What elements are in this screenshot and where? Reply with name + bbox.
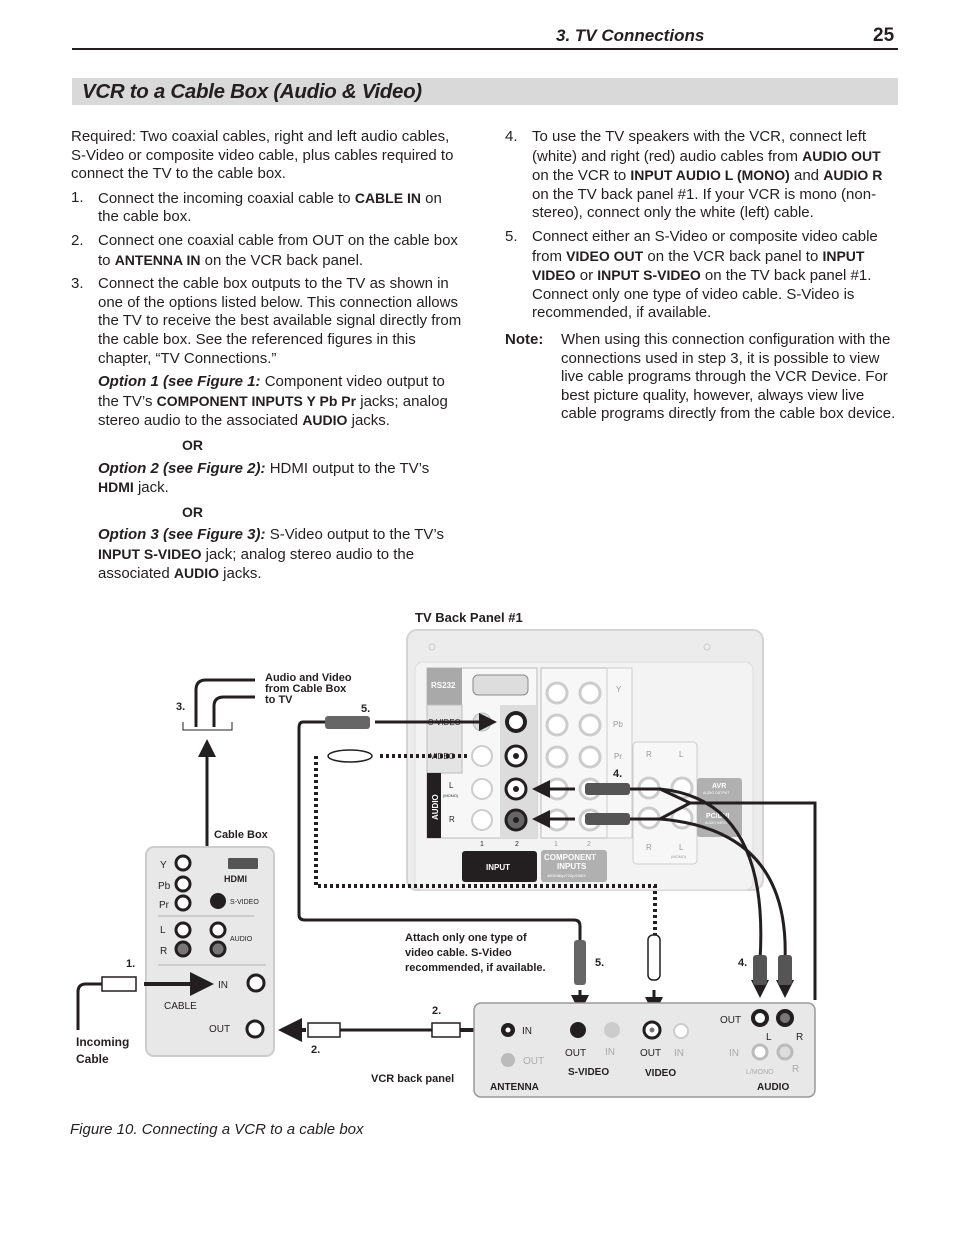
component-label: COMPONENT	[544, 853, 596, 862]
audio-r-label: R	[449, 815, 455, 824]
figure-caption: Figure 10. Connecting a VCR to a cable b…	[70, 1121, 364, 1138]
pr-label: Pr	[614, 752, 622, 761]
inputs-label: INPUTS	[557, 862, 587, 871]
step-4-label-vcr: 4.	[738, 957, 747, 969]
resolutions-label: 480i/480p/720p/1080i	[547, 873, 586, 878]
vcr-antenna-in-label: IN	[522, 1026, 532, 1037]
cb-cable-label: CABLE	[164, 1001, 197, 1012]
cb-y-label: Y	[160, 860, 167, 871]
pb-label: Pb	[613, 720, 623, 729]
step-5-label: 5.	[361, 703, 370, 715]
audio-label: AUDIO	[431, 794, 440, 820]
input-1-label: 1	[480, 841, 484, 848]
incoming-cable-label: Incoming	[76, 1035, 129, 1049]
vcr-panel-label: VCR back panel	[371, 1073, 454, 1085]
hdmi-port	[228, 858, 258, 869]
component-1-label: 1	[554, 841, 558, 848]
vcr-svideo-label: S-VIDEO	[568, 1067, 609, 1078]
vcr-antenna-out-label: OUT	[523, 1056, 544, 1067]
connection-diagram: TV Back Panel #1 RS232 S-VIDEO VIDEO AUD…	[76, 610, 817, 1098]
step-1-label: 1.	[126, 958, 135, 970]
audio-l-label: L	[449, 781, 454, 790]
tv-panel-label: TV Back Panel #1	[415, 610, 523, 625]
cb-l-label: L	[160, 925, 166, 936]
vcr-audio-out-label: OUT	[720, 1015, 741, 1026]
hdmi-logo: HDMI	[224, 874, 247, 884]
vcr-audio-label: AUDIO	[757, 1082, 789, 1093]
mono-label: (MONO)	[443, 793, 459, 798]
cb-audio-label: AUDIO	[230, 936, 253, 943]
tv-back-panel: RS232 S-VIDEO VIDEO AUDIO L (MONO) R 1 2…	[406, 629, 764, 891]
rs232-label: RS232	[431, 681, 456, 690]
avr-r-label: R	[646, 750, 652, 759]
pcdvi-r-label: R	[646, 843, 652, 852]
attach-note-line: video cable. S-Video	[405, 947, 512, 959]
cable-box-label: Cable Box	[214, 829, 269, 841]
vcr-svideo-out-label: OUT	[565, 1048, 586, 1059]
vcr-antenna-label: ANTENNA	[490, 1082, 539, 1093]
attach-note-line: recommended, if available.	[405, 962, 546, 974]
coax-connector	[431, 1022, 461, 1038]
vcr-video-label: VIDEO	[645, 1068, 676, 1079]
avr-sub-label: AUDIO OUTPUT	[703, 791, 730, 795]
cb-r-label: R	[160, 946, 167, 957]
cable-box-panel: HDMI Y Pb Pr S-VIDEO L R AUDIO IN CABLE …	[145, 846, 275, 1057]
step-2-label: 2.	[432, 1005, 441, 1017]
pcdvi-mono-label: (MONO)	[671, 854, 687, 859]
coax-connector	[101, 976, 137, 992]
rs232-port	[472, 674, 529, 696]
cable-box-output-cables	[182, 678, 255, 852]
input-label: INPUT	[486, 863, 510, 872]
coax-connector	[307, 1022, 341, 1038]
cb-pr-label: Pr	[159, 900, 170, 911]
y-label: Y	[616, 685, 622, 694]
step-5-label-vcr: 5.	[595, 957, 604, 969]
component-2-label: 2	[587, 841, 591, 848]
incoming-cable-label: Cable	[76, 1052, 109, 1066]
svideo-jack	[210, 893, 226, 909]
avr-label: AVR	[712, 783, 726, 790]
vcr-video-in-label: IN	[674, 1048, 684, 1059]
vcr-audio-in-label: IN	[729, 1048, 739, 1059]
svideo-plug	[325, 716, 370, 729]
vcr-audio-r-label: R	[796, 1032, 803, 1043]
vcr-lmono-label: L/MONO	[746, 1069, 774, 1076]
step-2-label-lower: 2.	[311, 1044, 320, 1056]
svideo-plug-vcr	[574, 940, 586, 985]
input-2-label: 2	[515, 841, 519, 848]
avr-l-label: L	[679, 750, 684, 759]
attach-note-line: Attach only one type of	[405, 932, 527, 944]
pcdvi-sub-label: AUDIO INPUT	[705, 821, 728, 825]
vcr-audio-l-label: L	[766, 1032, 772, 1043]
vcr-audio-in-r-label: R	[792, 1064, 799, 1075]
vcr-svideo-in-label: IN	[605, 1047, 615, 1058]
vcr-video-out-label: OUT	[640, 1048, 661, 1059]
step-4-label: 4.	[613, 768, 622, 780]
step-3-label: 3.	[176, 701, 185, 713]
cb-out-label: OUT	[209, 1024, 230, 1035]
vcr-back-panel: IN OUT ANTENNA OUT IN S-VIDEO OUT IN VID…	[473, 1002, 816, 1098]
cb-pb-label: Pb	[158, 881, 171, 892]
pcdvi-l-label: L	[679, 843, 684, 852]
cb-in-label: IN	[218, 980, 228, 991]
cb-svideo-label: S-VIDEO	[230, 899, 259, 906]
av-label-line: to TV	[265, 694, 293, 706]
